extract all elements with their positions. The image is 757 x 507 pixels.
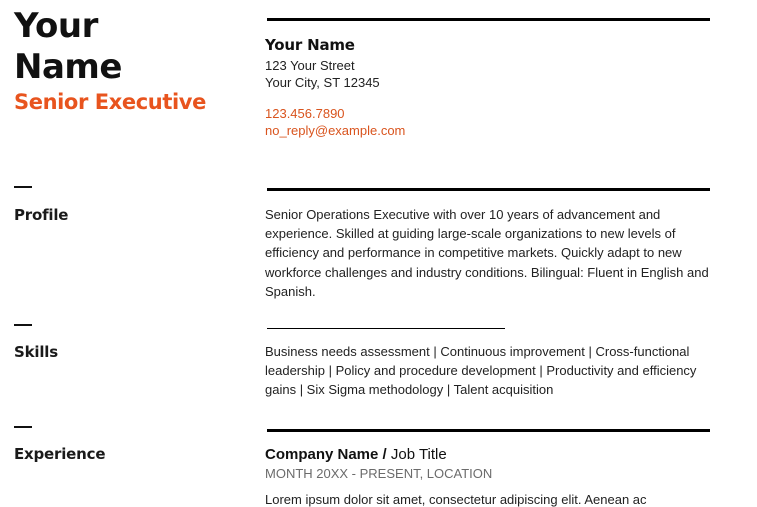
job-title-heading: Senior Executive: [14, 90, 206, 114]
contact-email[interactable]: no_reply@example.com: [265, 122, 405, 139]
experience-heading: Company Name / Job Title: [265, 446, 447, 463]
name-line-1: Your: [14, 6, 98, 46]
experience-dates-location: MONTH 20XX - PRESENT, LOCATION: [265, 466, 493, 481]
contact-divider: [267, 18, 710, 21]
name-line-2: Name: [14, 47, 122, 87]
skills-divider: [267, 328, 505, 329]
experience-job-title: Job Title: [390, 446, 447, 463]
profile-label: Profile: [14, 206, 69, 224]
resume-name-heading: Your Name: [14, 6, 122, 88]
contact-phone[interactable]: 123.456.7890: [265, 105, 345, 122]
contact-name: Your Name: [265, 36, 355, 54]
experience-divider: [267, 429, 710, 432]
profile-dash: [14, 186, 32, 188]
contact-city: Your City, ST 12345: [265, 75, 380, 90]
company-name: Company Name /: [265, 446, 391, 463]
skills-dash: [14, 324, 32, 326]
profile-text: Senior Operations Executive with over 10…: [265, 207, 709, 299]
profile-divider: [267, 188, 710, 191]
experience-label: Experience: [14, 445, 106, 463]
contact-street: 123 Your Street: [265, 58, 355, 73]
skills-text: Business needs assessment | Continuous i…: [265, 344, 697, 398]
experience-dash: [14, 426, 32, 428]
skills-label: Skills: [14, 343, 58, 361]
